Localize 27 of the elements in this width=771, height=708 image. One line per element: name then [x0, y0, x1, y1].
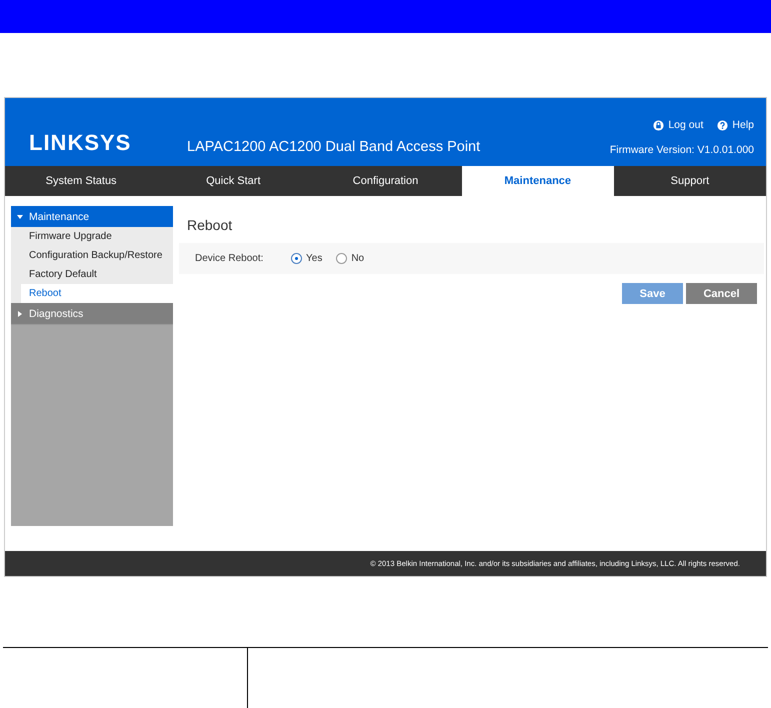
caret-down-icon	[17, 214, 23, 220]
radio-button[interactable]	[291, 253, 302, 264]
nav-tab[interactable]: Maintenance	[462, 166, 614, 196]
sidebar-item[interactable]: Firmware Upgrade	[11, 227, 173, 246]
radio-button[interactable]	[336, 253, 348, 264]
nav-tab[interactable]: System Status	[5, 166, 158, 196]
firmware-version: Firmware Version: V1.0.01.000	[610, 144, 754, 156]
field-label: Device Reboot:	[195, 253, 264, 264]
lock-icon	[653, 120, 664, 130]
caret-right-icon	[17, 310, 23, 316]
sidebar-item[interactable]: Factory Default	[11, 265, 173, 284]
nav-tab[interactable]: Quick Start	[157, 166, 310, 196]
page-title: Reboot	[186, 216, 234, 235]
sidebar-group[interactable]: Maintenance	[11, 206, 173, 227]
header-link[interactable]: Log out	[653, 119, 704, 131]
help-icon	[717, 120, 728, 130]
nav-tab[interactable]: Support	[614, 166, 766, 196]
sidebar-item[interactable]: Reboot	[21, 284, 173, 303]
product-title: LAPAC1200 AC1200 Dual Band Access Point	[187, 139, 480, 155]
sidebar-item[interactable]: Configuration Backup/Restore	[11, 246, 173, 265]
nav-tab[interactable]: Configuration	[309, 166, 462, 196]
header-link[interactable]: Help	[717, 119, 754, 131]
cancel-button[interactable]: Cancel	[686, 283, 757, 304]
sidebar-group[interactable]: Diagnostics	[11, 303, 173, 325]
radio-option[interactable]: No	[336, 253, 364, 264]
logo: LINKSYS	[29, 130, 132, 156]
radio-option[interactable]: Yes	[291, 253, 322, 264]
